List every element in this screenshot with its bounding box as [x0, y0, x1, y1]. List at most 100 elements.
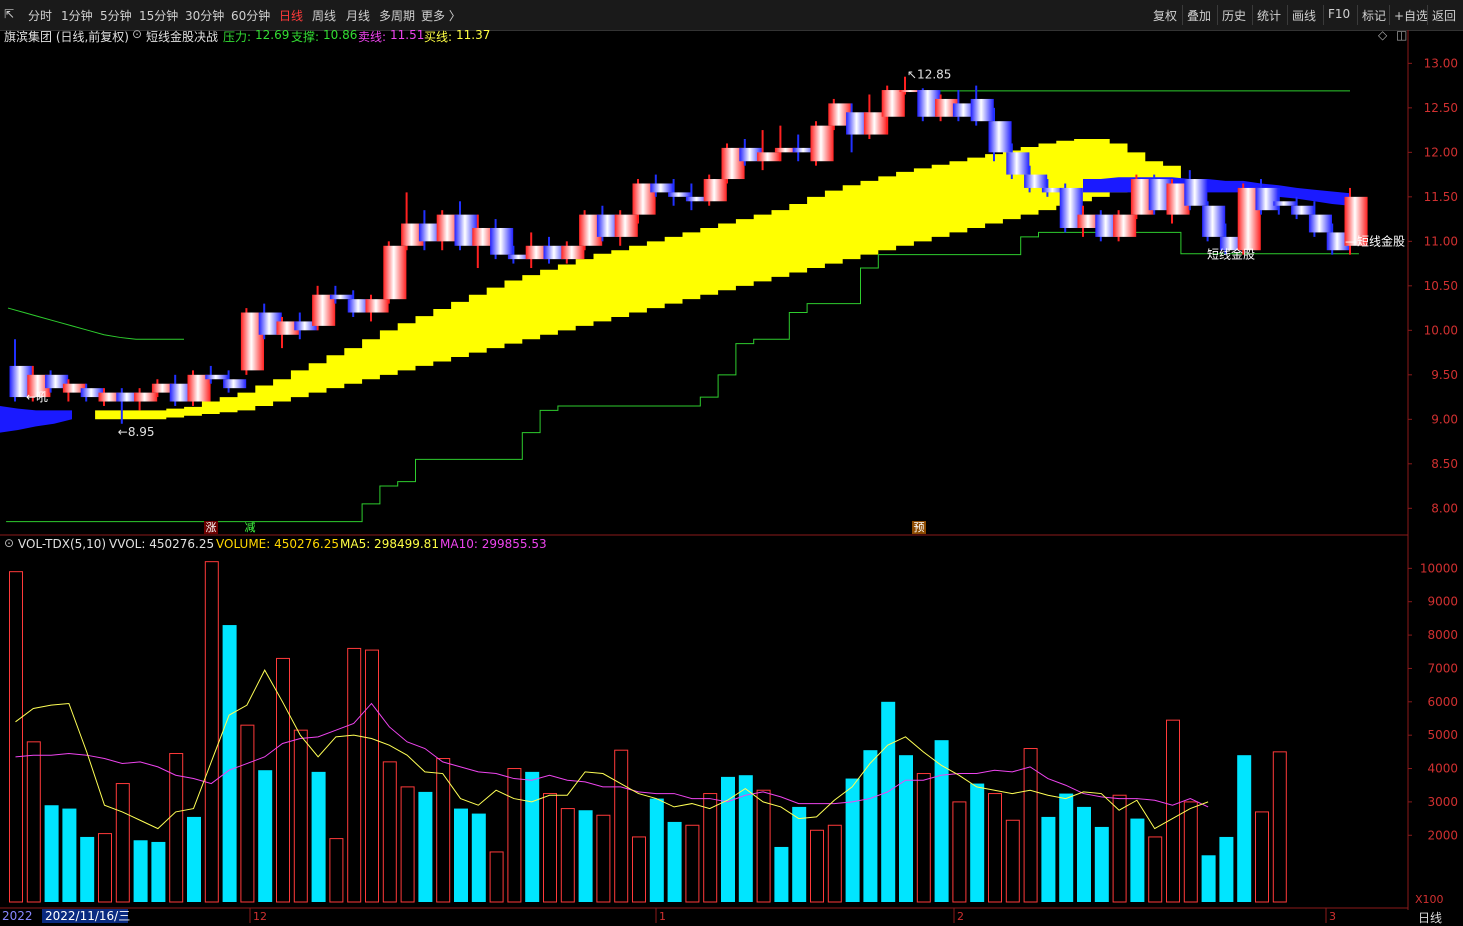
toolbar-button[interactable]: 画线: [1292, 7, 1316, 24]
candle-body: [490, 227, 514, 255]
buy-line-value: 11.37: [456, 28, 491, 42]
volume-bar: [810, 829, 824, 903]
signal-label-right: —短线金股: [1345, 233, 1405, 248]
volume-unit: X100: [1415, 893, 1444, 906]
volume-tick-label: 3000: [1427, 795, 1458, 809]
candle-body: [1255, 187, 1279, 211]
period-tab[interactable]: 月线: [346, 7, 370, 24]
ma5-value: MA5: 298499.81: [340, 537, 439, 551]
candle-body: [1024, 174, 1048, 188]
support-value: 10.86: [323, 28, 358, 42]
toolbar-button[interactable]: F10: [1328, 7, 1350, 21]
toolbar-button[interactable]: 复权: [1153, 7, 1177, 24]
toolbar-separator: [1287, 5, 1288, 25]
month-label: 12: [253, 910, 267, 923]
volume-bar: [133, 840, 148, 902]
toolbar-separator: [1357, 5, 1358, 25]
volume-bar: [1219, 836, 1234, 902]
period-tab[interactable]: 分时: [28, 7, 52, 24]
period-toolbar: 分时 1分钟 5分钟 15分钟 30分钟 60分钟 日线 周线 月线 多周期 更多 〉 ⇱ 复权 叠加 历史…: [0, 0, 1463, 31]
volume-bar: [62, 808, 77, 902]
volume-bar: [560, 808, 575, 903]
volume-bar: [489, 851, 504, 903]
volume-bar: [667, 821, 682, 902]
sell-line-value: 11.51: [390, 28, 425, 42]
volume-bar: [240, 724, 255, 903]
period-tab[interactable]: 1分钟: [61, 7, 93, 24]
volume-bar: [774, 846, 789, 902]
stock-title: 旗滨集团 (日线,前复权): [4, 30, 129, 44]
price-tick-label: 10.50: [1424, 279, 1458, 293]
toolbar-button[interactable]: +自选: [1394, 7, 1428, 24]
volume-bar: [507, 768, 522, 903]
price-tick-label: 9.00: [1431, 412, 1458, 426]
candle-body: [1273, 201, 1297, 206]
period-tag[interactable]: 日线: [1418, 909, 1442, 926]
candle-body: [1202, 205, 1226, 237]
candle-body: [1184, 179, 1208, 206]
period-tab[interactable]: 周线: [312, 7, 336, 24]
candle-body: [668, 192, 692, 197]
volume-bar: [151, 841, 166, 902]
period-tab[interactable]: 5分钟: [100, 7, 132, 24]
volume-bar: [578, 810, 593, 902]
volume-toggle-icon[interactable]: ⊙: [4, 536, 14, 550]
price-tick-label: 12.50: [1424, 101, 1458, 115]
candle-body: [1006, 152, 1030, 175]
volume-tick-label: 7000: [1427, 661, 1458, 675]
volume-bar: [845, 778, 860, 902]
marker-yu: 预: [914, 521, 925, 534]
menu-icon[interactable]: ⇱: [4, 7, 14, 21]
volume-bar: [632, 836, 646, 903]
sell-line-label: 卖线:: [358, 30, 387, 44]
indicator-toggle-icon[interactable]: ⊙: [132, 27, 142, 41]
period-tab[interactable]: 多周期: [379, 7, 415, 24]
volume-bar: [525, 771, 540, 902]
period-tab[interactable]: 30分钟: [185, 7, 224, 24]
candle-body: [881, 90, 905, 117]
period-tab[interactable]: 15分钟: [139, 7, 178, 24]
volume-bar: [988, 793, 1002, 903]
toolbar-button[interactable]: 历史: [1222, 7, 1246, 24]
volume-bar: [614, 749, 629, 903]
high-price-label: ↖12.85: [907, 68, 951, 82]
ma5-line: [15, 669, 1209, 830]
window-toggle-icon[interactable]: ◫: [1396, 28, 1407, 42]
volume-bar: [1166, 719, 1180, 903]
candle-body: [1113, 214, 1137, 237]
toolbar-button[interactable]: 返回: [1432, 7, 1456, 24]
volume-bar: [80, 836, 95, 902]
volume-bar: [1130, 818, 1145, 902]
period-tab[interactable]: 60分钟: [231, 7, 270, 24]
diamond-icon[interactable]: ◇: [1378, 28, 1387, 42]
volume-bar: [916, 773, 931, 903]
volume-bar: [1237, 755, 1252, 902]
candle-body: [223, 379, 247, 389]
candle-body: [134, 392, 158, 402]
volume-bar: [187, 816, 201, 902]
toolbar-button[interactable]: 叠加: [1187, 7, 1211, 24]
candle-body: [365, 299, 389, 313]
volume-bar: [1077, 806, 1091, 902]
volume-bar: [756, 789, 771, 903]
toolbar-button[interactable]: 统计: [1257, 7, 1281, 24]
price-tick-label: 8.00: [1431, 501, 1458, 515]
price-tick-label: 11.00: [1424, 234, 1458, 248]
candle-body: [810, 125, 834, 162]
volume-bar: [1041, 816, 1056, 902]
candle-body: [329, 294, 353, 300]
price-tick-label: 11.50: [1424, 190, 1458, 204]
candle-body: [1291, 205, 1315, 215]
volume-bar: [311, 771, 326, 902]
toolbar-button[interactable]: 标记: [1362, 7, 1386, 24]
volume-bar: [26, 741, 41, 903]
period-tab[interactable]: 日线: [279, 7, 303, 24]
volume-bar: [685, 824, 700, 903]
volume-bar: [1059, 793, 1074, 902]
period-tab[interactable]: 更多 〉: [421, 7, 461, 24]
volume-bar: [863, 750, 878, 902]
volume-bar: [9, 571, 23, 903]
envelope-line: [7, 307, 184, 340]
date-box-label: 2022/11/16/三: [45, 909, 130, 923]
candle-body: [561, 245, 585, 260]
